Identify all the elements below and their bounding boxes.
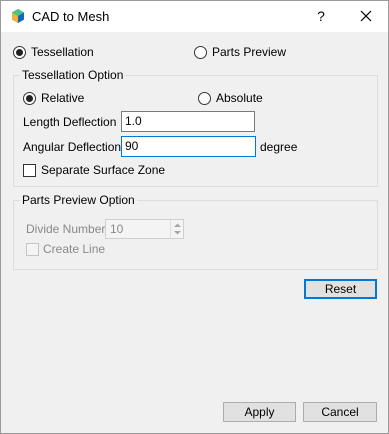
tessellation-option-title: Tessellation Option — [20, 68, 126, 82]
parts-preview-radio[interactable] — [194, 46, 207, 59]
close-icon — [360, 10, 372, 22]
help-button[interactable]: ? — [305, 1, 337, 32]
absolute-radio-label[interactable]: Absolute — [216, 91, 263, 105]
divide-number-value: 10 — [110, 222, 124, 236]
divide-number-spinbox[interactable]: 10 — [105, 219, 184, 239]
chevron-down-icon[interactable] — [174, 231, 181, 235]
apply-button[interactable]: Apply — [223, 402, 296, 422]
angular-deflection-label: Angular Deflection — [23, 140, 122, 154]
title-bar[interactable]: CAD to Mesh ? — [1, 1, 388, 32]
length-deflection-label: Length Deflection — [23, 115, 117, 129]
angular-unit-label: degree — [260, 140, 298, 154]
relative-radio-label[interactable]: Relative — [41, 91, 84, 105]
close-button[interactable] — [350, 1, 382, 32]
divide-number-stepper[interactable] — [170, 220, 183, 238]
tessellation-radio-label[interactable]: Tessellation — [31, 45, 94, 59]
separate-surface-zone-checkbox[interactable] — [23, 164, 36, 177]
reset-button[interactable]: Reset — [304, 279, 377, 299]
separate-surface-zone-label[interactable]: Separate Surface Zone — [41, 163, 165, 177]
tessellation-radio[interactable] — [13, 46, 26, 59]
relative-radio[interactable] — [23, 92, 36, 105]
create-line-checkbox[interactable] — [26, 243, 39, 256]
parts-preview-radio-label[interactable]: Parts Preview — [212, 45, 286, 59]
cad-to-mesh-dialog: CAD to Mesh ? Tessellation Parts Preview… — [0, 0, 389, 434]
chevron-up-icon[interactable] — [174, 223, 181, 228]
length-deflection-input[interactable]: 1.0 — [121, 111, 255, 132]
divide-number-label: Divide Number — [26, 222, 106, 236]
window-title: CAD to Mesh — [32, 9, 110, 24]
angular-deflection-input[interactable]: 90 — [121, 136, 256, 157]
cad-mesh-app-icon — [12, 9, 24, 23]
cancel-button[interactable]: Cancel — [303, 402, 377, 422]
parts-preview-option-title: Parts Preview Option — [20, 193, 137, 207]
create-line-label[interactable]: Create Line — [43, 242, 105, 256]
absolute-radio[interactable] — [198, 92, 211, 105]
